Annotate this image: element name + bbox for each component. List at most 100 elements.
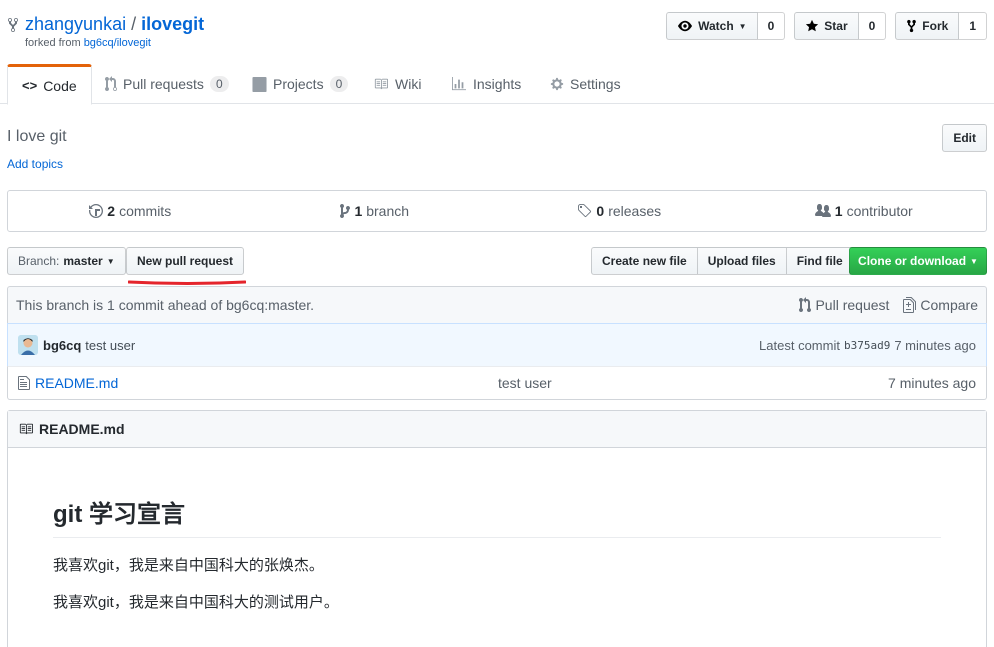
star-button[interactable]: Star	[794, 12, 859, 40]
star-label: Star	[824, 19, 848, 33]
readme-header: README.md	[8, 411, 986, 448]
commit-sha-link[interactable]: b375ad9	[844, 339, 890, 352]
watch-group: Watch ▼ 0	[666, 12, 786, 40]
latest-commit-bar: bg6cq test user Latest commit b375ad9 7 …	[7, 323, 987, 367]
fork-label: Fork	[922, 19, 949, 33]
chevron-down-icon: ▼	[106, 256, 115, 266]
people-icon	[814, 204, 831, 217]
commit-author-link[interactable]: bg6cq	[43, 338, 81, 353]
clone-label: Clone or download	[858, 254, 967, 268]
file-link[interactable]: README.md	[35, 375, 118, 391]
repo-description: I love git	[7, 128, 67, 145]
tab-code[interactable]: <> Code	[7, 64, 92, 105]
infobar-pull-request-label: Pull request	[815, 297, 890, 313]
star-group: Star 0	[794, 12, 887, 40]
contributor-label: contributor	[846, 203, 913, 219]
eye-icon	[678, 20, 693, 32]
repo-nav: <> Code Pull requests 0 Projects 0 Wiki …	[0, 64, 994, 105]
latest-commit-prefix: Latest commit	[759, 337, 840, 353]
add-topics-link[interactable]: Add topics	[7, 157, 63, 171]
projects-counter: 0	[329, 76, 349, 92]
releases-label: releases	[608, 203, 662, 219]
diff-icon	[903, 297, 917, 313]
watch-button[interactable]: Watch ▼	[666, 12, 758, 40]
pull-request-icon	[799, 297, 812, 312]
pull-requests-counter: 0	[209, 76, 229, 92]
fork-button[interactable]: Fork	[895, 12, 960, 40]
repo-path-separator: /	[131, 14, 137, 34]
table-row: README.md test user 7 minutes ago	[7, 366, 987, 400]
file-age: 7 minutes ago	[888, 375, 976, 391]
branch-select-button[interactable]: Branch: master ▼	[7, 247, 126, 275]
watch-count[interactable]: 0	[757, 12, 786, 40]
tab-insights[interactable]: Insights	[437, 64, 535, 104]
gear-icon	[550, 77, 564, 91]
chevron-down-icon: ▼	[970, 256, 978, 266]
repo-owner-link[interactable]: zhangyunkai	[25, 14, 126, 35]
avatar[interactable]	[18, 335, 38, 355]
graph-icon	[452, 77, 466, 91]
star-icon	[806, 19, 819, 32]
tab-settings-label: Settings	[570, 76, 621, 92]
readme-paragraph: 我喜欢git，我是来自中国科大的测试用户。	[53, 594, 339, 611]
numbers-summary: 2 commits 1 branch 0 releases 1 contribu…	[7, 190, 987, 232]
tab-settings[interactable]: Settings	[536, 64, 635, 104]
repo-header: zhangyunkai / ilovegit forked from bg6cq…	[7, 14, 204, 49]
readme-content: git 学习宣言 我喜欢git，我是来自中国科大的张焕杰。 我喜欢git，我是来…	[8, 448, 986, 612]
latest-commit-age: 7 minutes ago	[894, 337, 976, 353]
tab-insights-label: Insights	[473, 76, 522, 92]
pull-request-icon	[105, 76, 117, 92]
commits-link[interactable]: 2 commits	[8, 191, 253, 231]
fork-count[interactable]: 1	[959, 12, 987, 40]
find-file-button[interactable]: Find file	[785, 247, 854, 275]
readme-box: README.md git 学习宣言 我喜欢git，我是来自中国科大的张焕杰。 …	[7, 410, 987, 647]
tab-projects-label: Projects	[273, 76, 324, 92]
forked-from-label: forked from	[25, 37, 84, 49]
fork-icon	[907, 19, 917, 33]
project-icon	[252, 76, 267, 92]
tag-icon	[578, 204, 592, 218]
file-icon	[18, 376, 30, 390]
readme-paragraph: 我喜欢git，我是来自中国科大的张焕杰。	[53, 557, 324, 574]
readme-heading: git 学习宣言	[53, 494, 941, 538]
contributor-count: 1	[834, 203, 843, 219]
branch-name: master	[63, 254, 103, 268]
forked-from: forked from bg6cq/ilovegit	[25, 37, 204, 49]
forked-from-link[interactable]: bg6cq/ilovegit	[84, 37, 151, 49]
infobar-actions: Pull request Compare	[799, 297, 978, 313]
infobar-compare-link[interactable]: Compare	[903, 297, 978, 313]
releases-count: 0	[596, 203, 605, 219]
tab-projects[interactable]: Projects 0	[238, 64, 362, 104]
repo-forked-icon	[7, 17, 19, 32]
new-pull-request-button[interactable]: New pull request	[126, 247, 245, 275]
book-icon	[19, 423, 33, 435]
tab-code-label: Code	[43, 77, 77, 94]
branch-infobar: This branch is 1 commit ahead of bg6cq:m…	[7, 286, 987, 324]
star-count[interactable]: 0	[858, 12, 887, 40]
branch-icon	[340, 204, 351, 218]
contributors-link[interactable]: 1 contributor	[742, 191, 987, 231]
branch-label: branch	[366, 203, 410, 219]
commits-count: 2	[107, 203, 116, 219]
tab-pull-requests[interactable]: Pull requests 0	[91, 64, 243, 104]
infobar-pull-request-link[interactable]: Pull request	[799, 297, 889, 313]
tab-pull-requests-label: Pull requests	[123, 76, 204, 92]
repo-name-link[interactable]: ilovegit	[141, 14, 204, 35]
file-commit-message[interactable]: test user	[498, 375, 552, 391]
tab-wiki-label: Wiki	[395, 76, 422, 92]
commit-message[interactable]: test user	[85, 338, 135, 353]
releases-link[interactable]: 0 releases	[497, 191, 742, 231]
pagehead-actions: Watch ▼ 0 Star 0 Fork 1	[666, 12, 987, 40]
create-new-file-button[interactable]: Create new file	[591, 247, 698, 275]
upload-files-button[interactable]: Upload files	[696, 247, 787, 275]
edit-description-button[interactable]: Edit	[942, 124, 987, 152]
avatar-image	[18, 335, 38, 355]
infobar-compare-label: Compare	[920, 297, 978, 313]
commits-label: commits	[119, 203, 172, 219]
annotation-underline	[128, 280, 246, 285]
repo-title: zhangyunkai / ilovegit	[7, 14, 204, 35]
tab-wiki[interactable]: Wiki	[359, 64, 435, 104]
clone-or-download-button[interactable]: Clone or download ▼	[849, 247, 987, 275]
book-icon	[374, 78, 388, 90]
branches-link[interactable]: 1 branch	[253, 191, 498, 231]
